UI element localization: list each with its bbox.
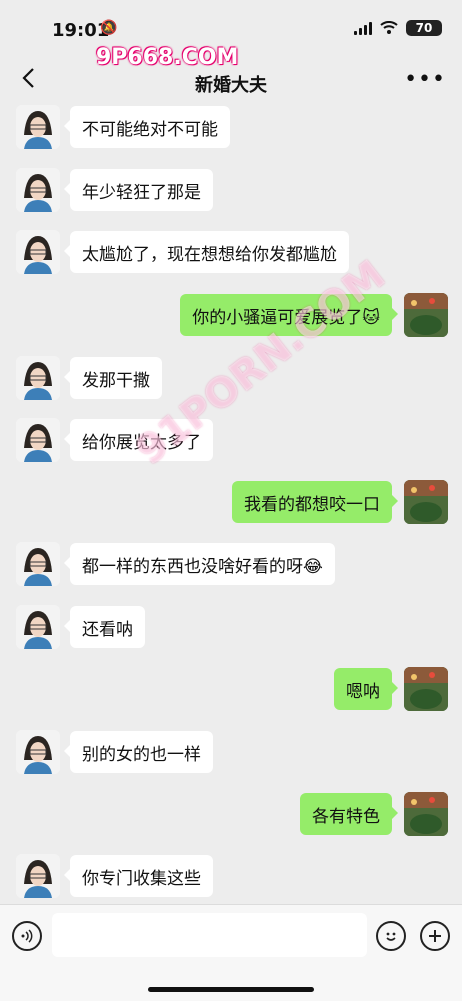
message-row: 你的小骚逼可爱展览了🐱 xyxy=(0,293,462,339)
message-bubble[interactable]: 都一样的东西也没啥好看的呀😂 xyxy=(64,543,335,585)
avatar[interactable] xyxy=(16,854,60,898)
message-row: 不可能绝对不可能 xyxy=(0,105,462,151)
message-bubble[interactable]: 我看的都想咬一口 xyxy=(232,481,398,523)
more-button[interactable]: ••• xyxy=(404,68,446,92)
avatar[interactable] xyxy=(404,480,448,524)
avatar[interactable] xyxy=(404,293,448,337)
home-indicator xyxy=(148,987,314,992)
plus-button[interactable] xyxy=(420,921,450,951)
message-row: 给你展览太多了 xyxy=(0,418,462,464)
avatar[interactable] xyxy=(16,730,60,774)
message-row: 你专门收集这些 xyxy=(0,854,462,900)
message-bubble[interactable]: 不可能绝对不可能 xyxy=(64,106,230,148)
status-right: 70 xyxy=(354,20,442,36)
avatar[interactable] xyxy=(16,230,60,274)
wifi-icon xyxy=(380,21,398,34)
chat-list[interactable]: 不可能绝对不可能 年少轻狂了那是 太尴尬了，现在想想给你发都尴尬 你的小骚逼可爱… xyxy=(0,100,462,900)
emoji-button[interactable] xyxy=(376,921,406,951)
message-bubble[interactable]: 嗯呐 xyxy=(334,668,398,710)
message-row: 嗯呐 xyxy=(0,667,462,713)
message-bubble[interactable]: 年少轻狂了那是 xyxy=(64,169,213,211)
message-bubble[interactable]: 别的女的也一样 xyxy=(64,731,213,773)
message-bubble[interactable]: 太尴尬了，现在想想给你发都尴尬 xyxy=(64,231,349,273)
input-bar xyxy=(0,904,462,1001)
mute-bell-icon: 🔕 xyxy=(100,20,118,36)
message-bubble[interactable]: 各有特色 xyxy=(300,793,398,835)
battery-indicator: 70 xyxy=(406,20,442,36)
avatar[interactable] xyxy=(16,542,60,586)
avatar[interactable] xyxy=(404,792,448,836)
plus-icon xyxy=(429,930,441,942)
message-input[interactable] xyxy=(52,913,367,957)
message-row: 我看的都想咬一口 xyxy=(0,480,462,526)
voice-icon xyxy=(21,929,33,943)
voice-button[interactable] xyxy=(12,921,42,951)
message-row: 都一样的东西也没啥好看的呀😂 xyxy=(0,542,462,588)
message-row: 太尴尬了，现在想想给你发都尴尬 xyxy=(0,230,462,276)
watermark-logo: 9P668.COM xyxy=(96,45,239,70)
avatar[interactable] xyxy=(16,168,60,212)
message-row: 还看呐 xyxy=(0,605,462,651)
chat-title: 新婚大夫 xyxy=(195,75,267,96)
avatar[interactable] xyxy=(16,605,60,649)
message-row: 各有特色 xyxy=(0,792,462,838)
message-row: 年少轻狂了那是 xyxy=(0,168,462,214)
message-row: 别的女的也一样 xyxy=(0,730,462,776)
signal-icon xyxy=(354,21,372,35)
avatar[interactable] xyxy=(16,356,60,400)
message-bubble[interactable]: 发那干撒 xyxy=(64,357,162,399)
emoji-icon xyxy=(386,932,396,941)
avatar[interactable] xyxy=(16,418,60,462)
avatar[interactable] xyxy=(16,105,60,149)
message-bubble[interactable]: 还看呐 xyxy=(64,606,145,648)
message-bubble[interactable]: 你专门收集这些 xyxy=(64,855,213,897)
avatar[interactable] xyxy=(404,667,448,711)
more-dots-icon: ••• xyxy=(404,67,446,92)
